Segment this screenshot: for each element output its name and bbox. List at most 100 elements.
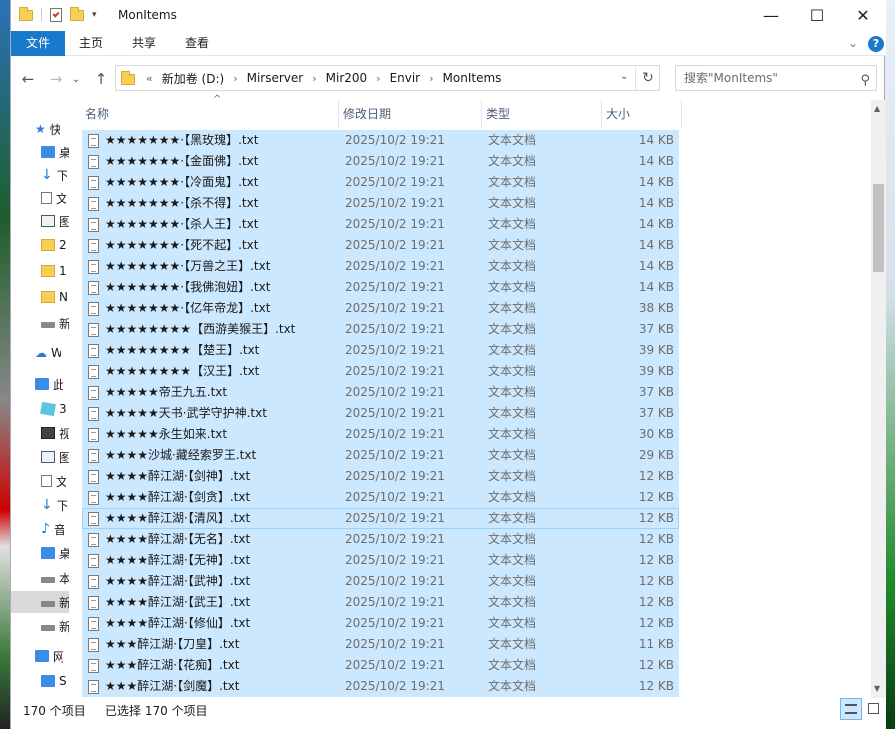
picture-icon (41, 451, 55, 463)
nav-item-new-volume-d[interactable]: 新 (11, 591, 69, 613)
breadcrumb-monitems[interactable]: MonItems (443, 71, 502, 85)
nav-item-downloads[interactable]: ↓ 下 (11, 164, 69, 186)
table-row[interactable]: ★★★★★★★·【亿年帝龙】.txt 2025/10/2 19:21 文本文档 38 … (82, 298, 679, 319)
nav-item-network[interactable]: 网 (11, 645, 69, 667)
table-row[interactable]: ★★★★★★★·【杀人王】.txt 2025/10/2 19:21 文本文档 14 K… (82, 214, 679, 235)
tab-share[interactable]: 共享 (124, 31, 164, 56)
file-type: 文本文档 (488, 469, 537, 483)
table-row[interactable]: ★★★★醉江湖·【无神】.txt 2025/10/2 19:21 文本文档 12 KB (82, 550, 679, 571)
nav-item-videos[interactable]: 视 (11, 422, 69, 444)
close-button[interactable]: ✕ (840, 0, 886, 31)
table-row[interactable]: ★★★★沙城·藏经索罗王.txt 2025/10/2 19:21 文本文档 29 KB (82, 445, 679, 466)
scrollbar-thumb[interactable] (873, 184, 884, 272)
nav-item-local-disk[interactable]: 本 (11, 567, 69, 589)
nav-item-folder-2[interactable]: 2 (11, 234, 69, 256)
table-row[interactable]: ★★★★★★★·【杀不得】.txt 2025/10/2 19:21 文本文档 14 K… (82, 193, 679, 214)
nav-item-desktop[interactable]: 桌 (11, 141, 69, 163)
nav-item-documents-pc[interactable]: 文 (11, 470, 69, 492)
table-row[interactable]: ★★★★★★★·【黑玫瑰】.txt 2025/10/2 19:21 文本文档 14 K… (82, 130, 679, 151)
table-row[interactable]: ★★★★★天书·武学守护神.txt 2025/10/2 19:21 文本文档 37 K… (82, 403, 679, 424)
breadcrumb-mirserver[interactable]: Mirserver (247, 71, 304, 85)
file-date: 2025/10/2 19:21 (345, 385, 445, 399)
breadcrumb-envir[interactable]: Envir (390, 71, 421, 85)
table-row[interactable]: ★★★★醉江湖·【清风】.txt 2025/10/2 19:21 文本文档 12 KB (82, 508, 679, 529)
customize-toolbar-icon[interactable]: ▾ (92, 10, 97, 20)
search-input[interactable]: 搜索"MonItems" ⚲ (675, 65, 877, 91)
table-row[interactable]: ★★★★★★★★【楚王】.txt 2025/10/2 19:21 文本文档 39 KB (82, 340, 679, 361)
nav-item-desktop-pc[interactable]: 桌 (11, 542, 69, 564)
refresh-button[interactable]: ↻ (635, 65, 660, 91)
text-file-icon (88, 596, 99, 610)
nav-item-new-volume-e[interactable]: 新 (11, 615, 69, 637)
nav-item-onedrive[interactable]: ☁ W (11, 342, 69, 364)
column-type[interactable]: 类型 (482, 100, 602, 128)
nav-item-downloads-pc[interactable]: ↓ 下 (11, 494, 69, 516)
table-row[interactable]: ★★★醉江湖·【刀皇】.txt 2025/10/2 19:21 文本文档 11 KB (82, 634, 679, 655)
back-button[interactable]: ← (17, 68, 39, 90)
table-row[interactable]: ★★★★★★★·【冷面鬼】.txt 2025/10/2 19:21 文本文档 14 K… (82, 172, 679, 193)
table-row[interactable]: ★★★★★★★·【死不起】.txt 2025/10/2 19:21 文本文档 14 K… (82, 235, 679, 256)
details-view-button[interactable] (840, 698, 862, 720)
table-row[interactable]: ★★★★★帝王九五.txt 2025/10/2 19:21 文本文档 37 KB (82, 382, 679, 403)
nav-item-network-pc[interactable]: S (11, 670, 69, 692)
table-row[interactable]: ★★★★醉江湖·【无名】.txt 2025/10/2 19:21 文本文档 12 KB (82, 529, 679, 550)
tab-home[interactable]: 主页 (71, 31, 111, 56)
nav-item-folder-n[interactable]: N (11, 286, 69, 308)
table-row[interactable]: ★★★醉江湖·【剑魔】.txt 2025/10/2 19:21 文本文档 12 KB (82, 676, 679, 697)
column-date[interactable]: 修改日期 (339, 100, 482, 128)
properties-icon[interactable] (50, 8, 62, 22)
text-file-icon (88, 281, 99, 295)
nav-item-drive-new[interactable]: 新 (11, 312, 69, 334)
file-name: ★★★★★★★★【西游美猴王】.txt (105, 322, 296, 336)
table-row[interactable]: ★★★★★★★★【汉王】.txt 2025/10/2 19:21 文本文档 39 KB (82, 361, 679, 382)
ribbon-expand-icon[interactable]: ⌄ (843, 31, 863, 56)
nav-item-pictures-pc[interactable]: 图 (11, 446, 69, 468)
text-file-icon (88, 491, 99, 505)
table-row[interactable]: ★★★★醉江湖·【武神】.txt 2025/10/2 19:21 文本文档 12 KB (82, 571, 679, 592)
nav-item-music[interactable]: ♪ 音 (11, 518, 69, 540)
new-folder-icon[interactable] (70, 6, 84, 21)
large-icons-view-button[interactable] (863, 698, 885, 720)
table-row[interactable]: ★★★★★★★·【我佛泡妞】.txt 2025/10/2 19:21 文本文档 14 … (82, 277, 679, 298)
file-type: 文本文档 (488, 427, 537, 441)
file-date: 2025/10/2 19:21 (345, 679, 445, 693)
breadcrumb-drive[interactable]: 新加卷 (D:) (162, 70, 224, 87)
tab-view[interactable]: 查看 (177, 31, 217, 56)
up-button[interactable]: ↑ (90, 68, 112, 90)
file-size: 14 KB (638, 154, 674, 168)
column-name[interactable]: 名称 (81, 100, 339, 128)
table-row[interactable]: ★★★★醉江湖·【武王】.txt 2025/10/2 19:21 文本文档 12 KB (82, 592, 679, 613)
scroll-down-icon[interactable]: ▼ (874, 684, 880, 693)
recent-locations-button[interactable]: ⌄ (69, 68, 83, 90)
help-icon[interactable]: ? (868, 36, 884, 52)
table-row[interactable]: ★★★★★永生如来.txt 2025/10/2 19:21 文本文档 30 KB (82, 424, 679, 445)
vertical-scrollbar[interactable]: ▲ ▼ (871, 100, 886, 698)
table-row[interactable]: ★★★★醉江湖·【剑贪】.txt 2025/10/2 19:21 文本文档 12 KB (82, 487, 679, 508)
minimize-button[interactable]: — (748, 0, 794, 31)
table-row[interactable]: ★★★★醉江湖·【剑神】.txt 2025/10/2 19:21 文本文档 12 KB (82, 466, 679, 487)
breadcrumb-mir200[interactable]: Mir200 (326, 71, 368, 85)
nav-item-folder-1[interactable]: 1 (11, 260, 69, 282)
scroll-up-icon[interactable]: ▲ (874, 104, 880, 113)
tab-file[interactable]: 文件 (11, 31, 65, 56)
table-row[interactable]: ★★★醉江湖·【花痴】.txt 2025/10/2 19:21 文本文档 12 KB (82, 655, 679, 676)
address-dropdown-icon[interactable]: ⌄ (620, 71, 628, 82)
nav-item-documents[interactable]: 文 (11, 187, 69, 209)
nav-item-pictures[interactable]: 图 (11, 210, 69, 232)
maximize-button[interactable]: ☐ (794, 0, 840, 31)
column-size[interactable]: 大小 (602, 100, 682, 128)
table-row[interactable]: ★★★★★★★·【金面佛】.txt 2025/10/2 19:21 文本文档 14 K… (82, 151, 679, 172)
table-row[interactable]: ★★★★★★★·【万兽之王】.txt 2025/10/2 19:21 文本文档 14 … (82, 256, 679, 277)
breadcrumb-overflow-icon[interactable]: « (146, 72, 153, 85)
file-name: ★★★醉江湖·【花痴】.txt (105, 658, 240, 672)
address-bar[interactable]: « 新加卷 (D:) › Mirserver › Mir200 › Envir … (115, 65, 660, 91)
nav-item-3d-objects[interactable]: 3 (11, 398, 69, 420)
table-row[interactable]: ★★★★醉江湖·【修仙】.txt 2025/10/2 19:21 文本文档 12 KB (82, 613, 679, 634)
status-bar: 170 个项目 已选择 170 个项目 (11, 698, 886, 729)
nav-item-this-pc[interactable]: 此 (11, 373, 69, 395)
text-file-icon (88, 407, 99, 421)
desktop-icon (41, 547, 55, 559)
table-row[interactable]: ★★★★★★★★【西游美猴王】.txt 2025/10/2 19:21 文本文档 37… (82, 319, 679, 340)
forward-button[interactable]: → (45, 68, 67, 90)
nav-item-quick-access[interactable]: ★ 快 (11, 118, 69, 140)
